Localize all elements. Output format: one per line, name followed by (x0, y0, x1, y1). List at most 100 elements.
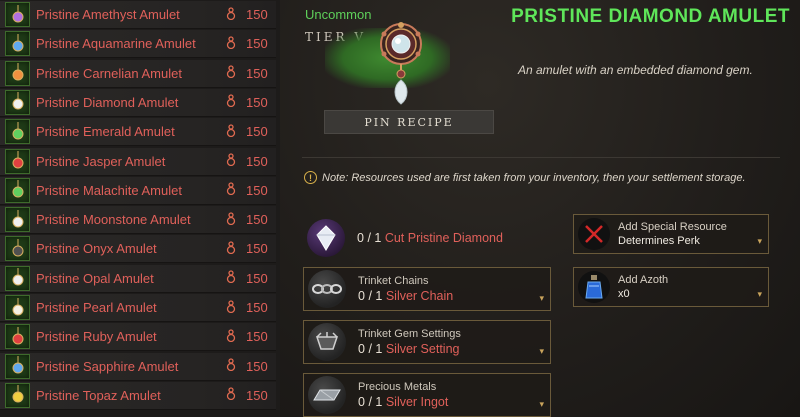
recipe-list-item[interactable]: Pristine Moonstone Amulet 150 (0, 206, 276, 235)
ingredient-trinket-gem-settings[interactable]: Trinket Gem Settings 0 / 1 Silver Settin… (303, 320, 551, 364)
ingredient-need: 1 (375, 289, 383, 303)
pearl-gem-icon (5, 295, 30, 320)
item-title: PRISTINE DIAMOND AMULET (511, 6, 790, 27)
recipe-cost: 150 (246, 300, 268, 315)
recipe-cost: 150 (246, 387, 268, 403)
add-special-resource-slot[interactable]: Add Special Resource Determines Perk ▾ (573, 214, 769, 254)
recipe-name: Pristine Topaz Amulet (36, 387, 161, 403)
recipe-list: Pristine Amethyst Amulet 150 Pristine Aqua… (0, 0, 280, 417)
azoth-title: Add Azoth (618, 274, 669, 286)
recipe-list-item[interactable]: Pristine Jasper Amulet 150 (0, 147, 276, 176)
azoth-amount: x0 (618, 288, 630, 300)
recipe-list-item[interactable]: Pristine Sapphire Amulet 150 (0, 352, 276, 381)
chevron-down-icon[interactable]: ▾ (757, 236, 762, 247)
recipe-name: Pristine Malachite Amulet (36, 182, 182, 198)
chevron-down-icon[interactable]: ▾ (757, 289, 762, 300)
recipe-name: Pristine Aquamarine Amulet (36, 36, 196, 52)
rarity-label: Uncommon (305, 7, 372, 22)
blue-gem-icon (5, 353, 30, 379)
ingredient-name: Silver Setting (385, 342, 460, 356)
ingredient-have: 0 (358, 342, 365, 356)
recipe-name: Pristine Onyx Amulet (36, 241, 157, 257)
ingredient-category: Precious Metals (358, 381, 437, 393)
ingredient-have: 0 (358, 395, 365, 409)
green-gem-icon (5, 119, 30, 145)
setting-icon (308, 323, 346, 361)
recipe-cost: 150 (246, 36, 268, 52)
recipe-list-item[interactable]: Pristine Emerald Amulet 150 (0, 118, 276, 147)
diamond-icon (307, 219, 345, 257)
recipe-name: Pristine Emerald Amulet (36, 124, 175, 140)
crafting-tier-icon (222, 299, 240, 316)
recipe-list-item[interactable]: Pristine Pearl Amulet 150 (0, 294, 276, 322)
ingredient-line: 0 / 1 Cut Pristine Diamond (357, 231, 503, 245)
ingredient-category: Trinket Chains (358, 275, 429, 287)
recipe-cost: 150 (246, 270, 268, 286)
crafting-tier-icon (222, 211, 240, 228)
crafting-tier-icon (222, 124, 240, 140)
ingredient-need: 1 (375, 395, 383, 409)
ingredient-need: 1 (375, 342, 383, 356)
orange-gem-icon (5, 60, 30, 86)
ingredient-name: Cut Pristine Diamond (384, 231, 503, 245)
recipe-name: Pristine Diamond Amulet (36, 94, 179, 110)
recipe-list-item[interactable]: Pristine Opal Amulet 150 (0, 264, 276, 293)
ingredient-need: 1 (374, 231, 382, 245)
ingredient-trinket-chains[interactable]: Trinket Chains 0 / 1 Silver Chain ▾ (303, 267, 551, 311)
crafting-tier-icon (222, 387, 240, 403)
empty-slot-x-icon (578, 218, 610, 250)
crafting-tier-icon (222, 270, 240, 286)
recipe-list-item[interactable]: Pristine Amethyst Amulet 150 (0, 1, 276, 29)
recipe-name: Pristine Moonstone Amulet (36, 212, 191, 228)
special-resource-subtitle: Determines Perk (618, 235, 700, 247)
recipe-cost: 150 (246, 329, 268, 345)
red-gem-icon (5, 324, 30, 350)
recipe-name: Pristine Pearl Amulet (36, 300, 157, 315)
recipe-cost: 150 (246, 94, 268, 110)
crafting-tier-icon (222, 65, 240, 81)
recipe-cost: 150 (246, 7, 268, 22)
item-description: An amulet with an embedded diamond gem. (518, 63, 753, 77)
recipe-list-item[interactable]: Pristine Aquamarine Amulet 150 (0, 30, 276, 59)
green-gem-icon (5, 177, 30, 203)
recipe-cost: 150 (246, 212, 268, 228)
ingot-icon (308, 376, 346, 414)
ingredient-have: 0 (357, 231, 364, 245)
white-gem-icon (5, 89, 30, 115)
ingredient-name: Silver Chain (385, 289, 454, 303)
ingredient-precious-metals[interactable]: Precious Metals 0 / 1 Silver Ingot ▾ (303, 373, 551, 417)
chevron-down-icon[interactable]: ▾ (539, 399, 544, 410)
resource-note: ! Note: Resources used are first taken f… (304, 171, 746, 184)
white-gem-icon (5, 207, 30, 233)
recipe-list-item[interactable]: Pristine Ruby Amulet 150 (0, 323, 276, 352)
chevron-down-icon[interactable]: ▾ (539, 293, 544, 304)
recipe-list-item[interactable]: Pristine Malachite Amulet 150 (0, 176, 276, 205)
recipe-list-item[interactable]: Pristine Topaz Amulet 150 (0, 381, 276, 410)
recipe-detail-panel: Uncommon TIER V PRISTINE DIAMOND AMULET … (280, 0, 800, 417)
black-gem-icon (5, 236, 30, 262)
crafting-tier-icon (222, 241, 240, 257)
add-azoth-slot[interactable]: Add Azoth x0 ▾ (573, 267, 769, 307)
pin-recipe-button[interactable]: PIN RECIPE (324, 110, 494, 134)
recipe-cost: 150 (246, 153, 268, 169)
recipe-cost: 150 (246, 182, 268, 198)
ingredient-line: 0 / 1 Silver Setting (358, 342, 460, 356)
recipe-list-item[interactable]: Pristine Onyx Amulet 150 (0, 235, 276, 264)
recipe-name: Pristine Opal Amulet (36, 270, 154, 286)
recipe-cost: 150 (246, 358, 268, 374)
ingredient-line: 0 / 1 Silver Ingot (358, 395, 449, 409)
recipe-name: Pristine Jasper Amulet (36, 153, 166, 169)
ingredient-have: 0 (358, 289, 365, 303)
recipe-list-item[interactable]: Pristine Carnelian Amulet 150 (0, 59, 276, 88)
recipe-cost: 150 (246, 241, 268, 257)
white-gem-icon (5, 265, 30, 291)
crafting-tier-icon (222, 36, 240, 52)
crafting-tier-icon (222, 94, 240, 110)
recipe-cost: 150 (246, 65, 268, 81)
red-gem-icon (5, 148, 30, 174)
crafting-tier-icon (222, 6, 240, 23)
info-icon: ! (304, 171, 317, 184)
recipe-list-item[interactable]: Pristine Diamond Amulet 150 (0, 88, 276, 117)
ingredient-cut-pristine-diamond[interactable]: 0 / 1 Cut Pristine Diamond (303, 216, 551, 260)
chevron-down-icon[interactable]: ▾ (539, 346, 544, 357)
